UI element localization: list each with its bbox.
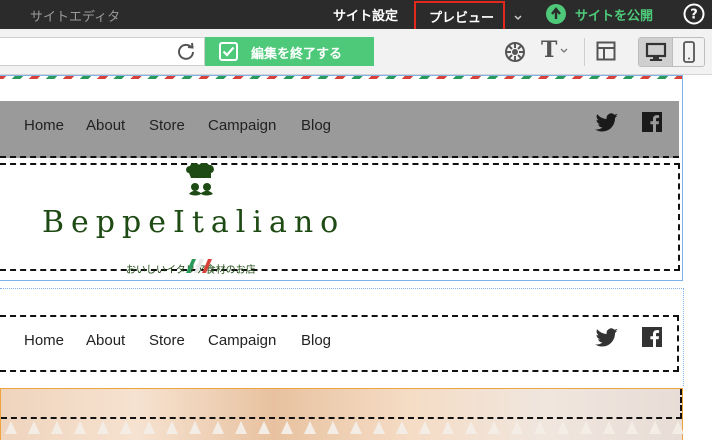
nav-item-home[interactable]: Home: [24, 117, 64, 134]
theme-palette-icon[interactable]: [504, 41, 526, 63]
bunting-triangle: [626, 421, 638, 434]
twitter-icon[interactable]: [595, 328, 619, 348]
preview-label: プレビュー: [429, 11, 495, 26]
twitter-icon[interactable]: [595, 113, 619, 133]
bunting-triangle: [74, 421, 86, 434]
chef-logo-icon: [186, 163, 214, 196]
bunting-triangle: [304, 421, 316, 434]
flag-stripes-decoration: [186, 259, 212, 273]
bunting-triangle: [327, 421, 339, 434]
nav-item-store[interactable]: Store: [149, 332, 185, 349]
bunting-triangle: [442, 421, 454, 434]
hero-image-section[interactable]: [0, 388, 684, 440]
nav-item-campaign[interactable]: Campaign: [208, 332, 276, 349]
help-label: ?: [690, 8, 698, 23]
preview-button[interactable]: プレビュー: [414, 1, 505, 32]
device-toggle: [638, 37, 705, 67]
bunting-triangle: [534, 421, 546, 434]
chevron-down-icon: [560, 48, 568, 53]
bunting-triangle: [580, 421, 592, 434]
bunting-triangle: [28, 421, 40, 434]
mobile-icon: [683, 41, 695, 63]
chevron-down-icon[interactable]: [513, 8, 523, 27]
bunting-triangle: [51, 421, 63, 434]
upload-icon: [546, 4, 566, 24]
bunting-triangle: [603, 421, 615, 434]
bunting-triangle: [350, 421, 362, 434]
address-field[interactable]: [0, 37, 205, 66]
hero-edit-outline: [1, 389, 682, 419]
nav-item-about[interactable]: About: [86, 117, 125, 134]
bunting-triangle: [488, 421, 500, 434]
bunting-triangle: [419, 421, 431, 434]
reload-icon[interactable]: [176, 41, 196, 61]
facebook-icon[interactable]: [642, 112, 662, 132]
site-settings-button[interactable]: サイト設定: [333, 5, 398, 24]
font-icon: T: [541, 37, 558, 63]
global-nav-bar[interactable]: Home About Store Campaign Blog: [0, 101, 679, 158]
bunting-triangle: [97, 421, 109, 434]
logo-area[interactable]: BeppeItaliano おいしいイタリア食材のお店: [0, 163, 680, 276]
desktop-icon: [645, 42, 667, 61]
bunting-triangle: [212, 421, 224, 434]
bunting-triangle: [396, 421, 408, 434]
layout-icon[interactable]: [596, 41, 616, 61]
nav-item-campaign[interactable]: Campaign: [208, 117, 276, 134]
site-canvas: Home About Store Campaign Blog BeppeItal…: [0, 75, 712, 440]
bunting-triangle: [189, 421, 201, 434]
checkbox-icon: [219, 42, 238, 61]
publish-label: サイトを公開: [575, 9, 654, 24]
bunting-triangle: [258, 421, 270, 434]
bunting-triangle: [649, 421, 661, 434]
finish-editing-button[interactable]: 編集を終了する: [205, 37, 374, 66]
bunting-triangle: [557, 421, 569, 434]
bunting-triangle: [235, 421, 247, 434]
nav-item-blog[interactable]: Blog: [301, 332, 331, 349]
bunting-triangle: [166, 421, 178, 434]
bunting-triangle: [281, 421, 293, 434]
top-bar: サイトエディタ サイト設定 プレビュー サイトを公開 ?: [0, 0, 712, 32]
bunting-triangle: [143, 421, 155, 434]
bunting-triangle: [120, 421, 132, 434]
toolbar-divider: [584, 38, 585, 66]
bunting-triangle: [373, 421, 385, 434]
help-icon[interactable]: ?: [683, 3, 705, 25]
facebook-icon[interactable]: [642, 327, 662, 347]
editor-toolbar: 編集を終了する T: [0, 29, 712, 75]
app-title: サイトエディタ: [30, 10, 121, 25]
nav-item-about[interactable]: About: [86, 332, 125, 349]
desktop-view-button[interactable]: [639, 38, 672, 66]
site-logo-text: BeppeItaliano: [42, 205, 346, 240]
nav-item-home[interactable]: Home: [24, 332, 64, 349]
bunting-triangle: [511, 421, 523, 434]
nav-item-store[interactable]: Store: [149, 117, 185, 134]
bunting-triangle: [5, 421, 17, 434]
secondary-nav-bar[interactable]: Home About Store Campaign Blog: [0, 315, 679, 372]
font-menu-button[interactable]: T: [541, 37, 568, 63]
bunting-triangle: [465, 421, 477, 434]
bunting-triangle: [672, 421, 684, 434]
finish-editing-label: 編集を終了する: [251, 47, 343, 62]
mobile-view-button[interactable]: [672, 38, 704, 66]
nav-item-blog[interactable]: Blog: [301, 117, 331, 134]
